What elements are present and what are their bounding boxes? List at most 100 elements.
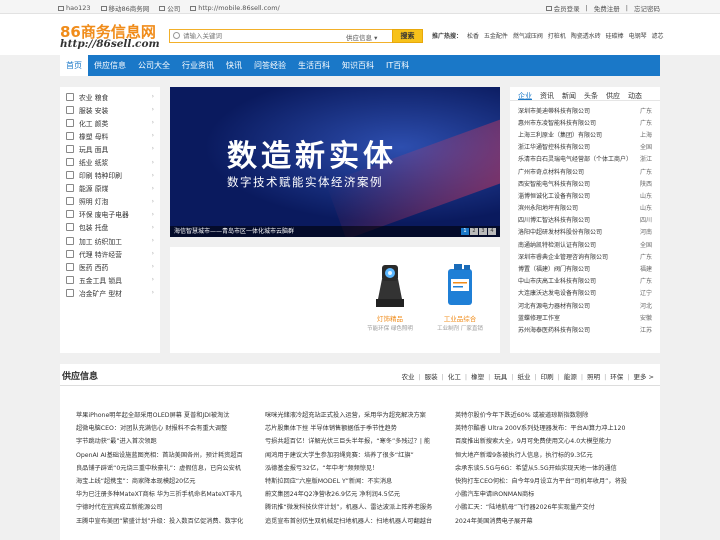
tab-companies[interactable]: 企业 [518,91,532,100]
company-row[interactable]: 滨州永阳地坪有限公司 山东 [518,202,652,214]
section-category-link[interactable]: 农业 [401,373,414,381]
news-link[interactable]: 咪咪光储液冷超充站正式投入运营，采用华为超充解决方案 [265,409,445,422]
category-item[interactable]: 橡塑 母料 › [60,129,160,142]
news-link[interactable]: 英特尔股价今年下跌近60% 或被道琼斯指数剔除 [455,409,635,422]
news-link[interactable]: 闻鸿用于建议大学生参加羽绳竞赛：培养了很多“红旗” [265,449,445,462]
register-link[interactable]: 免费注册 [594,3,620,13]
news-link[interactable]: 芯片股集体下挫 半导体销售额据低于季节性趋势 [265,422,445,435]
company-row[interactable]: 淄博恒诚化工设备有限公司 山东 [518,189,652,201]
category-item[interactable]: 冶金矿产 型材 › [60,286,160,299]
news-link[interactable]: 亏损共超百亿！详解光伏三巨头半年报，“寒冬”多残过？| 能 [265,435,445,448]
company-row[interactable]: 深圳市美迪蒂科技有限公司 广东 [518,104,652,116]
news-link[interactable]: 小鹏汇天：“陆地航母”飞行器2026年实现量产交付 [455,501,635,514]
company-row[interactable]: 博置（福建）阀门有限公司 福建 [518,262,652,274]
search-input[interactable] [183,31,343,41]
news-link[interactable]: 快狗打车CEO何松：自今年9月设立为平台“司机年收月”，将投 [455,475,635,488]
nav-knowledge[interactable]: 知识百科 [336,55,380,76]
category-item[interactable]: 包装 托盘 › [60,221,160,234]
company-row[interactable]: 蓝蝶修理工作室 安徽 [518,311,652,323]
nav-life[interactable]: 生活百科 [292,55,336,76]
category-item[interactable]: 加工 纺织加工 › [60,234,160,247]
nav-supply[interactable]: 供应信息 [88,55,132,76]
news-link[interactable]: 良品铺子辟谣“0元烧三重中秋豪礼”：虚假信息，已向公安机 [76,462,256,475]
section-category-link[interactable]: 印刷 [541,373,554,381]
nav-home[interactable]: 首页 [60,55,88,76]
company-row[interactable]: 惠州市东凌智能科技有限公司 广东 [518,116,652,128]
category-item[interactable]: 代理 特许经营 › [60,247,160,260]
news-link[interactable]: 小鹏汽车申请IRONMAN商标 [455,488,635,501]
category-item[interactable]: 化工 颜类 › [60,116,160,129]
category-item[interactable]: 纸业 纸浆 › [60,155,160,168]
section-category-link[interactable]: 服装 [425,373,438,381]
company-row[interactable]: 深圳市睿典企业管理咨询有限公司 广东 [518,250,652,262]
search-type-select[interactable]: 供应信息 ▾ [346,32,377,42]
nav-industry-news[interactable]: 行业资讯 [176,55,220,76]
news-link[interactable]: 字节跳动获“最”进入首次领跑 [76,435,256,448]
category-item[interactable]: 照明 灯泡 › [60,195,160,208]
hot-search-item[interactable]: 松香 [467,33,479,40]
nav-it[interactable]: IT百科 [380,55,415,76]
product-card[interactable]: 工业品综合 工业制剂 厂家直销 [425,259,495,332]
news-link[interactable]: 超微电脑CEO：对团队充满信心 财报料不会有重大调整 [76,422,256,435]
company-row[interactable]: 苏州海泰医药科技有限公司 江苏 [518,323,652,335]
news-link[interactable]: 苹果iPhone明年起全部采用OLED屏幕 夏普和JDI被淘汰 [76,409,256,422]
company-row[interactable]: 西安智能电气科技有限公司 陕西 [518,177,652,189]
section-category-link[interactable]: 更多 > [633,373,654,381]
news-link[interactable]: 泓德基金报亏32亿，“年中考”频频惊见！ [265,462,445,475]
category-item[interactable]: 服装 安装 › [60,103,160,116]
category-item[interactable]: 印刷 特种印刷 › [60,169,160,182]
tab-news-info[interactable]: 资讯 [540,91,554,100]
top-link-mobile[interactable]: 移动86商务网 [100,3,149,13]
nav-flash[interactable]: 快讯 [220,55,248,76]
section-category-link[interactable]: 能源 [564,373,577,381]
tab-updates[interactable]: 动态 [628,91,642,100]
section-category-link[interactable]: 化工 [448,373,461,381]
news-link[interactable]: 特斯拉回应“六座版MODEL Y”新闻：不实消息 [265,475,445,488]
company-row[interactable]: 乐清市白石灵瑞电气经营部（个体工商户） 浙江 [518,153,652,165]
news-link[interactable]: 追觅宣布首创仿生双机械足扫地机器人：扫地机器人可翻越台 [265,515,445,528]
news-link[interactable]: 蔚文集团24年Q2净营收26.9亿元 净利润4.5亿元 [265,488,445,501]
category-item[interactable]: 农业 粮食 › [60,90,160,103]
news-link[interactable]: 恒大地产新增9条被执行人信息，执行标的9.3亿元 [455,449,635,462]
hot-search-item[interactable]: 电钢琴 [629,33,647,40]
news-link[interactable]: 王腾中宣布美团“繁盛计划”升级：投入数百亿促消费、数字化 [76,515,256,528]
banner-page-button[interactable]: 2 [470,228,478,235]
category-item[interactable]: 能源 原煤 › [60,182,160,195]
category-item[interactable]: 玩具 面具 › [60,142,160,155]
category-item[interactable]: 医药 西药 › [60,260,160,273]
company-row[interactable]: 河北有源电力器材有限公司 河北 [518,299,652,311]
site-logo-url[interactable]: http://86sell.com [60,38,160,50]
news-link[interactable]: OpenAI AI基础设施蓝图亮相：首站美国各州，预计耗资超百 [76,449,256,462]
company-row[interactable]: 广州市奇点材料有限公司 广东 [518,165,652,177]
nav-qa[interactable]: 问答经验 [248,55,292,76]
news-link[interactable]: 余承东谈5.5G与6G：希望从5.5G开始实现天地一体的通信 [455,462,635,475]
banner-page-button[interactable]: 3 [479,228,487,235]
nav-companies[interactable]: 公司大全 [132,55,176,76]
top-link-company[interactable]: 公司 [159,3,180,13]
tab-headlines[interactable]: 头条 [584,91,598,100]
hero-banner[interactable]: 数造新实体 数字技术赋能实体经济案例 海信智慧城市——青岛市区一体化城市云脑群 … [170,87,500,237]
section-category-link[interactable]: 纸业 [517,373,530,381]
hot-search-item[interactable]: 硅碳棒 [606,33,624,40]
company-row[interactable]: 大连康沃达发电设备有限公司 辽宁 [518,287,652,299]
login-link[interactable]: 会员登录 [545,3,580,13]
company-row[interactable]: 中山市庆高工业科技有限公司 广东 [518,275,652,287]
news-link[interactable]: 百度推出新搜索大全，9月可免费使用文心4.0大模型能力 [455,435,635,448]
hot-search-item[interactable]: 滤芯 [652,33,664,40]
hot-search-item[interactable]: 五金配件 [484,33,508,40]
company-row[interactable]: 洛阳中超研发材料股份有限公司 河南 [518,226,652,238]
section-category-link[interactable]: 照明 [587,373,600,381]
news-link[interactable]: 华为已注册多种MateXT商标 华为三折手机命名MateXT非凡 [76,488,256,501]
news-link[interactable]: 腾讯推“微发科技伙伴计划”，机器人、雷达波派上阵养老服务 [265,501,445,514]
hot-search-item[interactable]: 燃气减压阀 [513,33,543,40]
hot-search-item[interactable]: 打桩机 [548,33,566,40]
top-link-mobile-url[interactable]: http://mobile.86sell.com/ [190,3,280,13]
product-card[interactable]: 灯饰精品 节能环保 绿色照明 [355,259,425,332]
hot-search-item[interactable]: 陶瓷透水砖 [571,33,601,40]
banner-page-button[interactable]: 1 [461,228,469,235]
section-category-link[interactable]: 玩具 [494,373,507,381]
company-row[interactable]: 浙江华通智控科技有限公司 全国 [518,141,652,153]
tab-news[interactable]: 新闻 [562,91,576,100]
category-item[interactable]: 环保 废电子电器 › [60,208,160,221]
news-link[interactable]: 宁德时代在宜宾成立新能源公司 [76,501,256,514]
